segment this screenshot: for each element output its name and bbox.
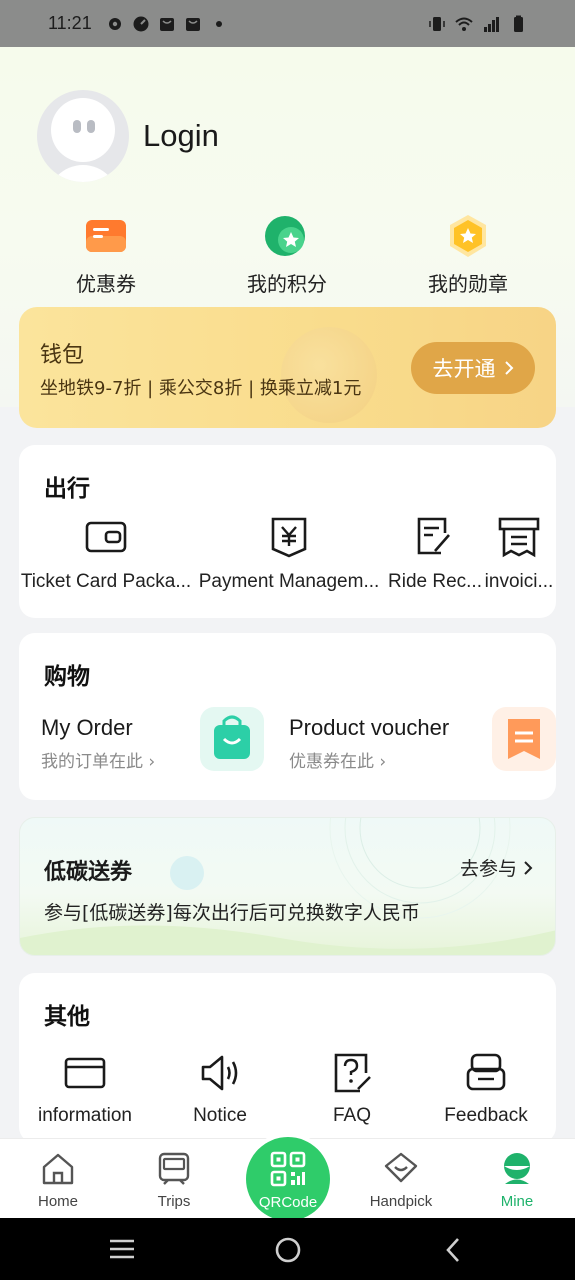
wallet-activate-button[interactable]: 去开通: [411, 342, 535, 394]
product-voucher-subtitle: 优惠券在此 ›: [289, 752, 387, 772]
payment-management-item[interactable]: Payment Managem...: [197, 515, 381, 593]
shopping-bag-icon: [200, 707, 264, 771]
nav-home-label: Home: [37, 1193, 78, 1210]
notice-label: Notice: [193, 1105, 247, 1126]
home-icon: [42, 1153, 74, 1185]
chevron-right-icon: [504, 361, 513, 375]
nav-trips[interactable]: Trips: [129, 1151, 219, 1210]
travel-title: 出行: [44, 476, 90, 502]
yuan-shield-icon: [271, 517, 307, 558]
wallet-subtitle: 坐地铁9-7折 | 乘公交8折 | 换乘立减1元: [40, 378, 362, 399]
other-card: 其他 information Notice FAQ Feedback: [19, 973, 556, 1143]
chevron-right-icon: [524, 860, 533, 875]
wallet-button-label: 去开通: [432, 357, 496, 381]
low-carbon-title: 低碳送券: [44, 860, 133, 885]
edit-record-icon: [417, 517, 450, 555]
vibrate-icon: [429, 16, 445, 31]
ride-record-item[interactable]: Ride Rec...: [388, 515, 482, 593]
participate-label: 去参与: [459, 858, 517, 880]
profile-row[interactable]: Login: [37, 90, 219, 182]
nav-mine[interactable]: Mine: [472, 1151, 562, 1210]
ticket-card-package-label: Ticket Card Packa...: [20, 571, 192, 592]
system-navigation-bar: [0, 1218, 575, 1280]
feedback-item[interactable]: Feedback: [421, 1051, 551, 1127]
nav-qrcode[interactable]: QRCode: [246, 1137, 330, 1221]
nav-home[interactable]: Home: [13, 1151, 103, 1210]
low-carbon-banner[interactable]: 低碳送券 参与[低碳送券]每次出行后可兑换数字人民币 去参与: [19, 817, 556, 956]
recent-apps-icon[interactable]: [108, 1238, 136, 1260]
login-link[interactable]: Login: [143, 118, 219, 154]
status-time: 11:21: [48, 13, 92, 33]
speed-icon: [133, 16, 149, 31]
voucher-icon: [492, 707, 556, 771]
shopping-card: 购物 My Order 我的订单在此 › Product voucher 优惠券…: [19, 633, 556, 800]
information-item[interactable]: information: [20, 1051, 150, 1127]
invoice-icon: [498, 517, 540, 558]
quick-link-coupons[interactable]: 优惠券: [36, 212, 176, 297]
quick-link-points[interactable]: 我的积分: [217, 212, 357, 297]
bubble-decoration: [170, 856, 204, 890]
payment-management-label: Payment Managem...: [198, 571, 380, 592]
invoicing-label: invoici...: [484, 571, 554, 592]
faq-item[interactable]: FAQ: [287, 1051, 417, 1127]
mine-icon: [504, 1153, 530, 1184]
feedback-label: Feedback: [444, 1105, 528, 1126]
nav-qrcode-label: QRCode: [258, 1194, 318, 1211]
avatar[interactable]: [37, 90, 129, 182]
travel-card: 出行 Ticket Card Packa... Payment Managem.…: [19, 445, 556, 618]
information-label: information: [38, 1105, 132, 1126]
my-order-subtitle: 我的订单在此 ›: [41, 752, 156, 772]
feedback-icon: [466, 1053, 506, 1091]
participate-link[interactable]: 去参与: [460, 854, 533, 881]
status-bar: 11:21: [0, 0, 575, 47]
battery-icon: [514, 15, 523, 32]
quick-link-label: 我的积分: [247, 272, 327, 296]
notice-item[interactable]: Notice: [155, 1051, 285, 1127]
nav-trips-label: Trips: [157, 1193, 191, 1210]
bag-icon: [159, 17, 174, 31]
ride-record-label: Ride Rec...: [388, 571, 482, 592]
quick-link-medals[interactable]: 我的勋章: [398, 212, 538, 297]
speaker-icon: [201, 1055, 238, 1091]
ticket-card-package-item[interactable]: Ticket Card Packa...: [20, 515, 192, 593]
wifi-icon: [455, 17, 473, 31]
nav-handpick[interactable]: Handpick: [356, 1151, 446, 1210]
bag-icon: [185, 17, 200, 31]
low-carbon-subtitle: 参与[低碳送券]每次出行后可兑换数字人民币: [44, 902, 420, 924]
train-icon: [158, 1152, 190, 1185]
nav-mine-label: Mine: [500, 1193, 534, 1210]
wallet-card-icon: [85, 521, 127, 553]
product-voucher-title: Product voucher: [289, 715, 450, 740]
product-voucher-entry[interactable]: Product voucher 优惠券在此 ›: [289, 715, 449, 772]
nav-handpick-label: Handpick: [369, 1193, 433, 1210]
coupon-icon: [82, 212, 130, 260]
bottom-navigation: Home Trips QRCode Handpick Mine: [0, 1137, 575, 1221]
my-order-entry[interactable]: My Order 我的订单在此 ›: [41, 715, 155, 772]
dot-icon: [215, 20, 222, 27]
settings-icon: [108, 17, 121, 30]
home-system-icon[interactable]: [274, 1236, 302, 1264]
envelope-icon: [64, 1057, 106, 1089]
quick-link-label: 我的勋章: [428, 272, 508, 296]
points-icon: [263, 212, 311, 260]
question-doc-icon: [334, 1053, 371, 1093]
wallet-banner[interactable]: 钱包 坐地铁9-7折 | 乘公交8折 | 换乘立减1元 去开通: [19, 307, 556, 428]
signal-icon: [484, 16, 499, 32]
qr-code-icon: [270, 1151, 306, 1187]
my-order-title: My Order: [41, 715, 133, 740]
medal-icon: [444, 212, 492, 260]
faq-label: FAQ: [332, 1105, 371, 1126]
shopping-title: 购物: [44, 664, 90, 690]
back-icon[interactable]: [444, 1236, 462, 1264]
quick-link-label: 优惠券: [76, 272, 136, 296]
handpick-icon: [384, 1152, 418, 1183]
invoicing-item[interactable]: invoici...: [483, 515, 555, 593]
other-title: 其他: [44, 1004, 90, 1030]
quick-links: 优惠券 我的积分 我的勋章: [0, 212, 575, 302]
wallet-title: 钱包: [40, 343, 85, 368]
